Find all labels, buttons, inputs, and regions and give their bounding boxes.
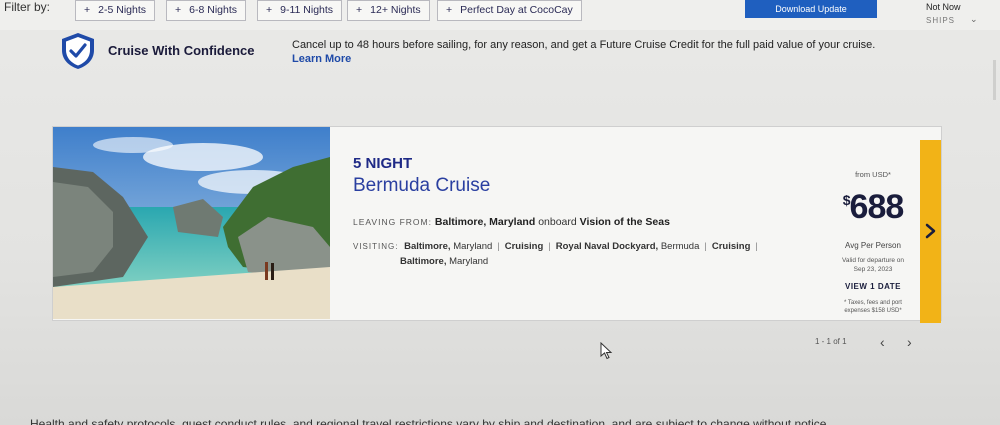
learn-more-link[interactable]: Learn More — [292, 53, 351, 65]
chip-label: Perfect Day at CocoCay — [460, 4, 573, 16]
filter-chip-perfect-day[interactable]: + Perfect Day at CocoCay — [437, 0, 582, 21]
health-safety-notice: Health and safety protocols, guest condu… — [30, 417, 830, 425]
chip-label: 2-5 Nights — [98, 4, 146, 16]
separator: | — [755, 241, 758, 252]
price-column: from USD* $688 Avg Per Person Valid for … — [823, 127, 923, 319]
cruise-photo — [53, 127, 330, 319]
scrollbar[interactable] — [993, 60, 996, 100]
separator: | — [704, 241, 707, 252]
filter-bar: Filter by: +2-5 Nights +6-8 Nights +9-11… — [0, 0, 1000, 30]
port-region: Maryland — [453, 241, 493, 252]
ship-name: Vision of the Seas — [579, 216, 670, 228]
port-name: Royal Naval Dockyard, — [555, 241, 659, 252]
from-usd-label: from USD* — [855, 170, 891, 179]
separator: | — [497, 241, 500, 252]
visiting-ports: VISITING: Baltimore, Maryland | Cruising | R… — [353, 239, 773, 269]
port-name: Baltimore, — [400, 256, 447, 267]
leaving-label: LEAVING FROM: — [353, 217, 432, 227]
onboard-text: onboard — [538, 216, 577, 228]
sort-label[interactable]: SHIPS — [926, 16, 955, 25]
taxes-line-1: * Taxes, fees and port — [844, 300, 902, 306]
departure-port: Baltimore, Maryland — [434, 216, 536, 228]
separator: | — [548, 241, 551, 252]
price: $688 — [823, 188, 923, 227]
cruise-with-confidence-banner: Cruise With Confidence Cancel up to 48 h… — [40, 30, 985, 70]
cruise-name[interactable]: Bermuda Cruise — [353, 175, 490, 197]
confidence-text: Cancel up to 48 hours before sailing, fo… — [292, 39, 876, 51]
plus-icon: + — [175, 4, 182, 16]
port-region: Maryland — [449, 256, 489, 267]
currency-symbol: $ — [842, 192, 851, 208]
filter-chip-2-5-nights[interactable]: +2-5 Nights — [75, 0, 155, 21]
view-dates-link[interactable]: VIEW 1 DATE — [823, 282, 923, 291]
chevron-down-icon[interactable]: ⌄ — [970, 14, 978, 25]
leaving-from: LEAVING FROM: Baltimore, Maryland onboar… — [353, 216, 670, 228]
valid-departure: Valid for departure on Sep 23, 2023 — [823, 256, 923, 274]
plus-icon: + — [356, 4, 363, 16]
pagination-text: 1 - 1 of 1 — [815, 337, 847, 346]
confidence-title: Cruise With Confidence — [108, 43, 255, 58]
avg-per-person-label: Avg Per Person — [845, 241, 901, 250]
chip-label: 6-8 Nights — [189, 4, 237, 16]
plus-icon: + — [266, 4, 273, 16]
filter-label: Filter by: — [4, 0, 51, 14]
not-now-link[interactable]: Not Now — [926, 2, 961, 12]
cruise-length: 5 NIGHT — [353, 155, 413, 172]
port-name: Cruising — [504, 241, 544, 252]
port-region: Bermuda — [660, 241, 700, 252]
plus-icon: + — [84, 4, 91, 16]
filter-chip-9-11-nights[interactable]: +9-11 Nights — [257, 0, 343, 21]
chevron-right-icon — [925, 223, 936, 239]
taxes-note: * Taxes, fees and port expenses $158 USD* — [823, 299, 923, 315]
plus-icon: + — [446, 4, 453, 16]
price-value: 688 — [849, 188, 905, 226]
filter-chip-12-plus-nights[interactable]: +12+ Nights — [347, 0, 430, 21]
valid-date: Sep 23, 2023 — [853, 266, 893, 273]
mouse-pointer-icon — [600, 342, 613, 360]
valid-label: Valid for departure on — [841, 257, 905, 264]
port-name: Baltimore, — [404, 241, 451, 252]
shield-check-icon — [62, 33, 94, 69]
cruise-card[interactable]: 5 NIGHT Bermuda Cruise LEAVING FROM: Bal… — [52, 126, 942, 321]
taxes-line-2: expenses $158 USD* — [844, 308, 902, 314]
port-name: Cruising — [711, 241, 751, 252]
chip-label: 12+ Nights — [370, 4, 421, 16]
chevron-right-icon[interactable]: › — [907, 334, 912, 350]
filter-chip-6-8-nights[interactable]: +6-8 Nights — [166, 0, 246, 21]
chevron-left-icon[interactable]: ‹ — [880, 334, 885, 350]
chip-label: 9-11 Nights — [280, 4, 334, 16]
card-detail-arrow[interactable] — [920, 140, 941, 323]
download-update-button[interactable]: Download Update — [745, 0, 877, 18]
visiting-label: VISITING: — [353, 242, 399, 251]
